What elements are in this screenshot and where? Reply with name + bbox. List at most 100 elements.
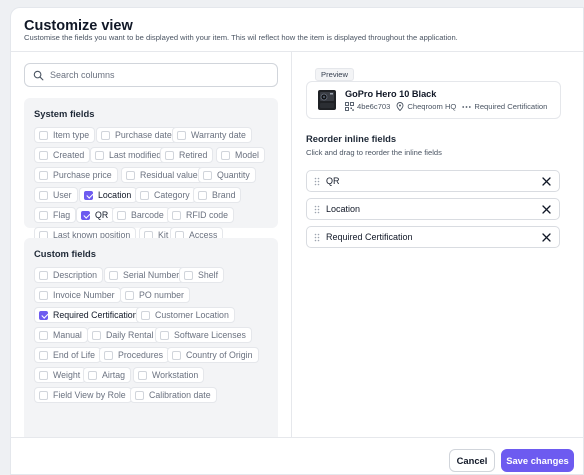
preview-certification-value: Required Certification	[474, 102, 548, 111]
checkbox-icon	[39, 390, 48, 400]
system-field-label: Residual value	[140, 170, 198, 180]
system-field-checkbox[interactable]: Purchase price	[34, 167, 118, 183]
custom-field-checkbox[interactable]: Required Certification	[34, 307, 144, 323]
custom-field-checkbox[interactable]: End of Life	[34, 347, 102, 363]
custom-field-label: End of Life	[53, 350, 96, 360]
system-field-label: Quantity	[217, 170, 250, 180]
custom-field-label: Serial Number	[123, 270, 180, 280]
system-field-checkbox[interactable]: Last modified	[90, 147, 168, 163]
reorder-row[interactable]: Location	[306, 198, 560, 220]
search-input[interactable]	[50, 67, 270, 83]
custom-field-checkbox[interactable]: Calibration date	[130, 387, 217, 403]
custom-field-checkbox[interactable]: Country of Origin	[167, 347, 259, 363]
preview-item-name: GoPro Hero 10 Black	[345, 89, 437, 99]
custom-field-checkbox[interactable]: Airtag	[83, 367, 131, 383]
checkbox-icon	[221, 150, 230, 160]
preview-location-value: Cheqroom HQ	[407, 102, 457, 111]
close-icon[interactable]	[542, 233, 551, 242]
custom-fields-panel: Custom fields Description Serial Number Sh…	[24, 238, 278, 443]
product-thumbnail	[318, 90, 336, 110]
checkbox-icon	[140, 190, 149, 200]
custom-field-checkbox[interactable]: PO number	[120, 287, 190, 303]
system-field-checkbox[interactable]: Barcode	[112, 207, 170, 223]
system-field-checkbox[interactable]: Purchase date	[96, 127, 178, 143]
reorder-row-label: Required Certification	[326, 232, 413, 242]
custom-field-checkbox[interactable]: Workstation	[133, 367, 205, 383]
system-field-checkbox[interactable]: Category	[135, 187, 196, 203]
custom-field-checkbox[interactable]: Daily Rental	[87, 327, 160, 343]
reorder-row[interactable]: Required Certification	[306, 226, 560, 248]
system-field-label: Flag	[53, 210, 71, 220]
custom-field-checkbox[interactable]: Shelf	[179, 267, 225, 283]
checkbox-icon	[109, 270, 118, 280]
checkbox-icon	[104, 350, 113, 360]
checkbox-icon	[39, 290, 48, 300]
system-field-label: Warranty date	[191, 130, 246, 140]
checkbox-icon	[135, 390, 144, 400]
save-changes-button[interactable]: Save changes	[501, 449, 574, 472]
custom-field-checkbox[interactable]: Serial Number	[104, 267, 186, 283]
checkbox-icon	[39, 330, 48, 340]
system-fields-title: System fields	[34, 108, 95, 119]
custom-field-checkbox[interactable]: Weight	[34, 367, 87, 383]
system-field-checkbox[interactable]: Retired	[160, 147, 214, 163]
custom-field-label: Shelf	[198, 270, 219, 280]
system-field-checkbox[interactable]: QR	[76, 207, 115, 223]
system-field-checkbox[interactable]: Flag	[34, 207, 77, 223]
search-box[interactable]	[24, 63, 278, 87]
system-field-checkbox[interactable]: Warranty date	[172, 127, 252, 143]
system-fields-panel: System fields Item type Purchase date Warr…	[24, 98, 278, 243]
preview-location: Cheqroom HQ	[396, 102, 456, 111]
checkbox-icon	[92, 330, 101, 340]
reorder-row[interactable]: QR	[306, 170, 560, 192]
custom-field-label: Procedures	[118, 350, 163, 360]
system-field-checkbox[interactable]: Item type	[34, 127, 96, 143]
custom-field-checkbox[interactable]: Invoice Number	[34, 287, 121, 303]
system-field-checkbox[interactable]: Location	[79, 187, 138, 203]
system-field-checkbox[interactable]: Brand	[193, 187, 242, 203]
system-field-label: Barcode	[131, 210, 164, 220]
custom-field-label: Field View by Role	[53, 390, 126, 400]
custom-field-label: Manual	[53, 330, 82, 340]
checked-box-icon	[39, 310, 48, 320]
custom-field-label: Calibration date	[149, 390, 211, 400]
custom-field-label: Country of Origin	[186, 350, 253, 360]
system-field-checkbox[interactable]: Model	[216, 147, 265, 163]
drag-handle-icon[interactable]	[314, 233, 320, 242]
system-field-label: Location	[98, 190, 132, 200]
system-field-label: RFID code	[186, 210, 229, 220]
drag-handle-icon[interactable]	[314, 205, 320, 214]
checkbox-icon	[184, 270, 193, 280]
checkbox-icon	[138, 370, 147, 380]
checkbox-icon	[88, 370, 97, 380]
custom-field-checkbox[interactable]: Software Licenses	[155, 327, 252, 343]
custom-field-checkbox[interactable]: Field View by Role	[34, 387, 132, 403]
cancel-button[interactable]: Cancel	[449, 449, 495, 472]
preview-card: GoPro Hero 10 Black 4be6c703 Cheqroom HQ…	[306, 81, 561, 119]
preview-certification: Required Certification	[462, 102, 547, 111]
checkbox-icon	[101, 130, 110, 140]
drag-handle-icon[interactable]	[314, 177, 320, 186]
custom-field-checkbox[interactable]: Description	[34, 267, 104, 283]
checkbox-icon	[39, 130, 48, 140]
close-icon[interactable]	[542, 177, 551, 186]
custom-field-label: PO number	[139, 290, 184, 300]
checkbox-icon	[39, 370, 48, 380]
system-field-checkbox[interactable]: Created	[34, 147, 91, 163]
system-field-label: Brand	[212, 190, 236, 200]
system-field-checkbox[interactable]: Residual value	[121, 167, 204, 183]
custom-field-label: Invoice Number	[53, 290, 115, 300]
checkbox-icon	[172, 350, 181, 360]
system-field-checkbox[interactable]: Quantity	[198, 167, 256, 183]
checkbox-icon	[39, 150, 48, 160]
system-field-label: Last modified	[109, 150, 162, 160]
custom-field-checkbox[interactable]: Customer Location	[136, 307, 235, 323]
custom-field-checkbox[interactable]: Procedures	[99, 347, 169, 363]
system-field-checkbox[interactable]: RFID code	[167, 207, 235, 223]
qr-code-icon	[345, 102, 354, 111]
checkbox-icon	[39, 350, 48, 360]
custom-field-label: Workstation	[152, 370, 199, 380]
system-field-checkbox[interactable]: User	[34, 187, 78, 203]
close-icon[interactable]	[542, 205, 551, 214]
custom-field-checkbox[interactable]: Manual	[34, 327, 88, 343]
